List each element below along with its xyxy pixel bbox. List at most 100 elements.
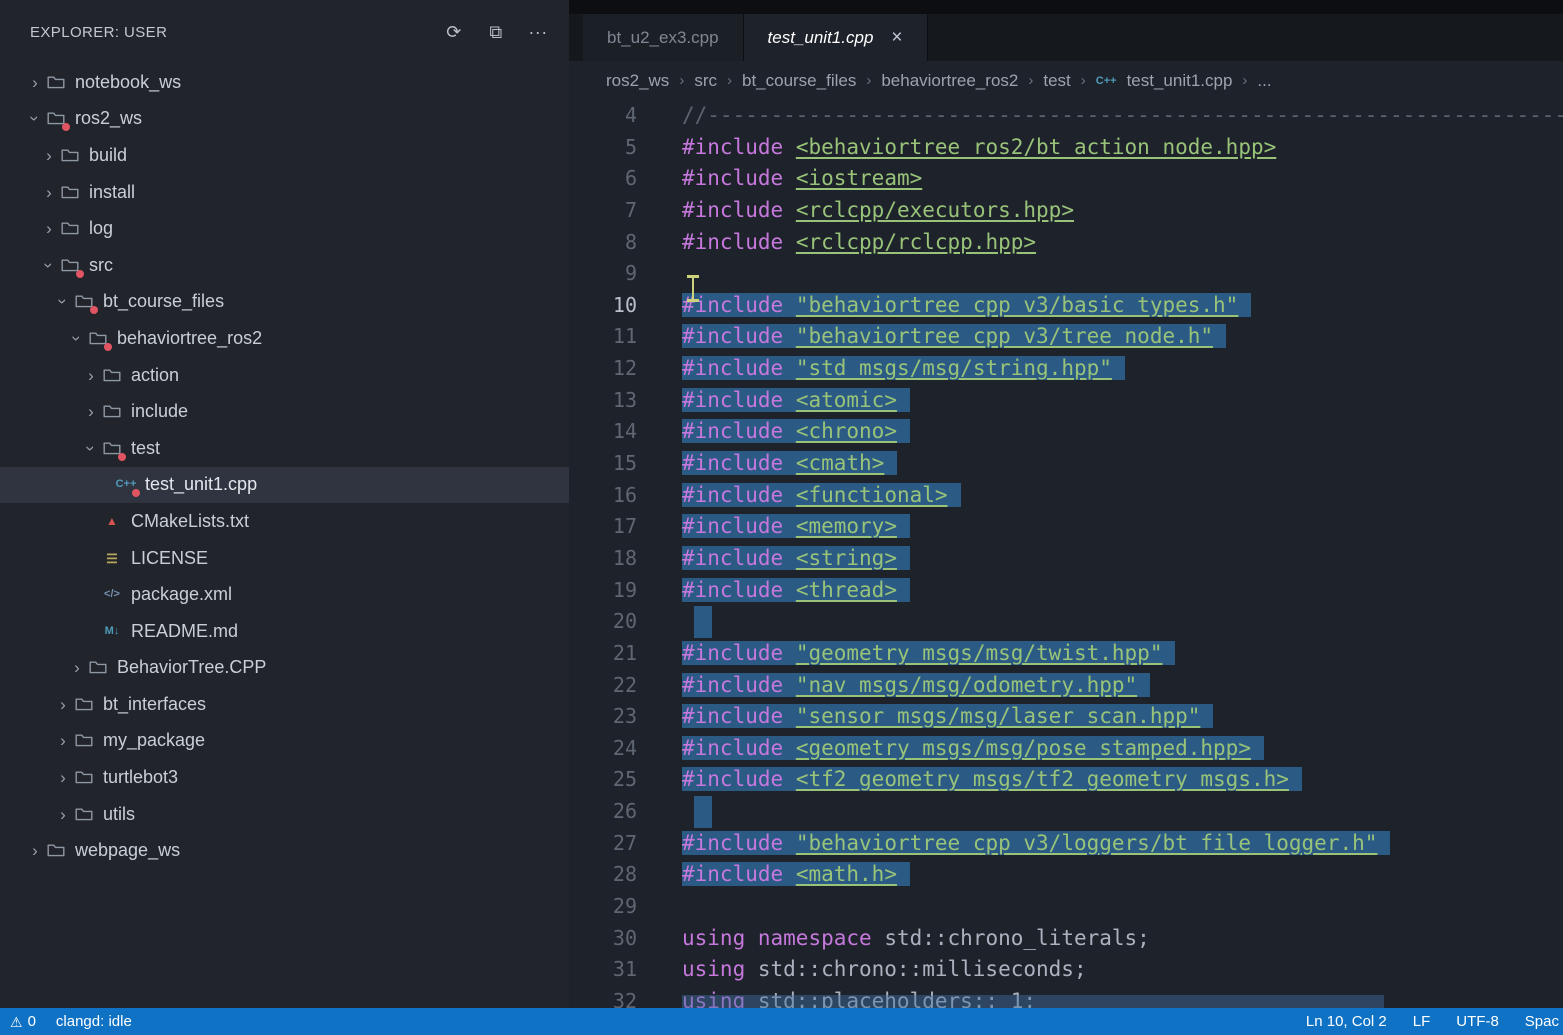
close-icon[interactable]: ×	[891, 28, 902, 47]
code-line-30[interactable]: 30using namespace std::chrono_literals;	[569, 923, 1563, 955]
line-number[interactable]: 12	[569, 353, 637, 385]
line-number[interactable]: 28	[569, 859, 637, 891]
tree-item-turtlebot3[interactable]: ›turtlebot3	[0, 759, 569, 796]
tree-item-utils[interactable]: ›utils	[0, 796, 569, 833]
code-line-18[interactable]: 18#include <string>	[569, 543, 1563, 575]
tree-item-include[interactable]: ›include	[0, 393, 569, 430]
breadcrumb-item-behaviortree_ros2[interactable]: behaviortree_ros2	[881, 71, 1018, 91]
tree-item-README.md[interactable]: M↓README.md	[0, 613, 569, 650]
line-number[interactable]: 20	[569, 606, 637, 638]
code-line-4[interactable]: 4//-------------------------------------…	[569, 100, 1563, 132]
refresh-icon[interactable]: ⟳	[439, 17, 469, 47]
breadcrumb-item-bt_course_files[interactable]: bt_course_files	[742, 71, 856, 91]
line-number[interactable]: 21	[569, 638, 637, 670]
tree-item-package.xml[interactable]: </>package.xml	[0, 576, 569, 613]
code-line-21[interactable]: 21#include "geometry_msgs/msg/twist.hpp"	[569, 638, 1563, 670]
code-line-16[interactable]: 16#include <functional>	[569, 480, 1563, 512]
breadcrumb-item-file[interactable]: test_unit1.cpp	[1127, 71, 1233, 91]
code-line-29[interactable]: 29	[569, 891, 1563, 923]
line-number[interactable]: 9	[569, 258, 637, 290]
line-number[interactable]: 32	[569, 986, 637, 1008]
code-line-26[interactable]: 26	[569, 796, 1563, 828]
breadcrumb-item-src[interactable]: src	[694, 71, 717, 91]
line-number[interactable]: 25	[569, 764, 637, 796]
tree-item-bt_interfaces[interactable]: ›bt_interfaces	[0, 686, 569, 723]
more-actions-icon[interactable]: ···	[523, 17, 553, 47]
code-line-6[interactable]: 6#include <iostream>	[569, 163, 1563, 195]
tree-item-behaviortree_ros2[interactable]: ›behaviortree_ros2	[0, 320, 569, 357]
tree-item-ros2_ws[interactable]: ›ros2_ws	[0, 101, 569, 138]
tree-item-log[interactable]: ›log	[0, 210, 569, 247]
code-line-9[interactable]: 9	[569, 258, 1563, 290]
tree-item-test[interactable]: ›test	[0, 430, 569, 467]
tree-item-install[interactable]: ›install	[0, 174, 569, 211]
line-number[interactable]: 16	[569, 480, 637, 512]
encoding-indicator[interactable]: UTF-8	[1456, 1013, 1499, 1030]
line-number[interactable]: 27	[569, 828, 637, 860]
tree-item-my_package[interactable]: ›my_package	[0, 723, 569, 760]
line-number[interactable]: 29	[569, 891, 637, 923]
code-line-11[interactable]: 11#include "behaviortree_cpp_v3/tree_nod…	[569, 321, 1563, 353]
code-editor[interactable]: 4//-------------------------------------…	[569, 100, 1563, 1008]
code-line-19[interactable]: 19#include <thread>	[569, 575, 1563, 607]
tree-item-test_unit1.cpp[interactable]: C++test_unit1.cpp	[0, 467, 569, 504]
line-number[interactable]: 4	[569, 100, 637, 132]
indentation-indicator[interactable]: Spac	[1525, 1013, 1559, 1030]
line-number[interactable]: 22	[569, 670, 637, 702]
line-number[interactable]: 24	[569, 733, 637, 765]
tree-item-CMakeLists.txt[interactable]: ▲CMakeLists.txt	[0, 503, 569, 540]
line-number[interactable]: 14	[569, 416, 637, 448]
code-line-10[interactable]: 10#include "behaviortree_cpp_v3/basic_ty…	[569, 290, 1563, 322]
code-line-17[interactable]: 17#include <memory>	[569, 511, 1563, 543]
tree-item-notebook_ws[interactable]: ›notebook_ws	[0, 64, 569, 101]
line-number[interactable]: 30	[569, 923, 637, 955]
line-number[interactable]: 5	[569, 132, 637, 164]
tab-bt_u2_ex3[interactable]: bt_u2_ex3.cpp	[583, 14, 744, 61]
horizontal-scrollbar[interactable]	[682, 995, 1384, 1008]
line-number[interactable]: 26	[569, 796, 637, 828]
line-number[interactable]: 15	[569, 448, 637, 480]
code-line-28[interactable]: 28#include <math.h>	[569, 859, 1563, 891]
code-line-22[interactable]: 22#include "nav_msgs/msg/odometry.hpp"	[569, 670, 1563, 702]
code-line-31[interactable]: 31using std::chrono::milliseconds;	[569, 954, 1563, 986]
line-number[interactable]: 7	[569, 195, 637, 227]
line-number[interactable]: 19	[569, 575, 637, 607]
collapse-folders-icon[interactable]: ⧉	[481, 17, 511, 47]
eol-indicator[interactable]: LF	[1413, 1013, 1431, 1030]
breadcrumb-item-ros2_ws[interactable]: ros2_ws	[606, 71, 669, 91]
code-line-12[interactable]: 12#include "std_msgs/msg/string.hpp"	[569, 353, 1563, 385]
code-line-27[interactable]: 27#include "behaviortree_cpp_v3/loggers/…	[569, 828, 1563, 860]
code-line-23[interactable]: 23#include "sensor_msgs/msg/laser_scan.h…	[569, 701, 1563, 733]
line-number[interactable]: 11	[569, 321, 637, 353]
code-line-14[interactable]: 14#include <chrono>	[569, 416, 1563, 448]
tree-item-LICENSE[interactable]: ☰LICENSE	[0, 540, 569, 577]
code-line-20[interactable]: 20	[569, 606, 1563, 638]
tree-item-action[interactable]: ›action	[0, 357, 569, 394]
tree-item-bt_course_files[interactable]: ›bt_course_files	[0, 284, 569, 321]
code-line-8[interactable]: 8#include <rclcpp/rclcpp.hpp>	[569, 227, 1563, 259]
line-number[interactable]: 8	[569, 227, 637, 259]
tree-item-webpage_ws[interactable]: ›webpage_ws	[0, 832, 569, 869]
code-line-7[interactable]: 7#include <rclcpp/executors.hpp>	[569, 195, 1563, 227]
cursor-position[interactable]: Ln 10, Col 2	[1306, 1013, 1387, 1030]
line-number[interactable]: 18	[569, 543, 637, 575]
line-number[interactable]: 31	[569, 954, 637, 986]
line-number[interactable]: 23	[569, 701, 637, 733]
tree-item-BehaviorTree.CPP[interactable]: ›BehaviorTree.CPP	[0, 650, 569, 687]
code-line-5[interactable]: 5#include <behaviortree_ros2/bt_action_n…	[569, 132, 1563, 164]
line-number[interactable]: 10	[569, 290, 637, 322]
code-line-13[interactable]: 13#include <atomic>	[569, 385, 1563, 417]
problems-indicator[interactable]: ⚠ 0	[10, 1013, 36, 1030]
breadcrumb-item-test[interactable]: test	[1043, 71, 1070, 91]
tree-item-src[interactable]: ›src	[0, 247, 569, 284]
line-number[interactable]: 13	[569, 385, 637, 417]
tree-item-build[interactable]: ›build	[0, 137, 569, 174]
code-line-25[interactable]: 25#include <tf2_geometry_msgs/tf2_geomet…	[569, 764, 1563, 796]
line-number[interactable]: 17	[569, 511, 637, 543]
tab-test_unit1[interactable]: test_unit1.cpp ×	[744, 14, 928, 61]
language-server-status[interactable]: clangd: idle	[56, 1013, 132, 1030]
code-line-24[interactable]: 24#include <geometry_msgs/msg/pose_stamp…	[569, 733, 1563, 765]
breadcrumb-overflow[interactable]: ...	[1257, 71, 1271, 91]
code-line-15[interactable]: 15#include <cmath>	[569, 448, 1563, 480]
line-number[interactable]: 6	[569, 163, 637, 195]
